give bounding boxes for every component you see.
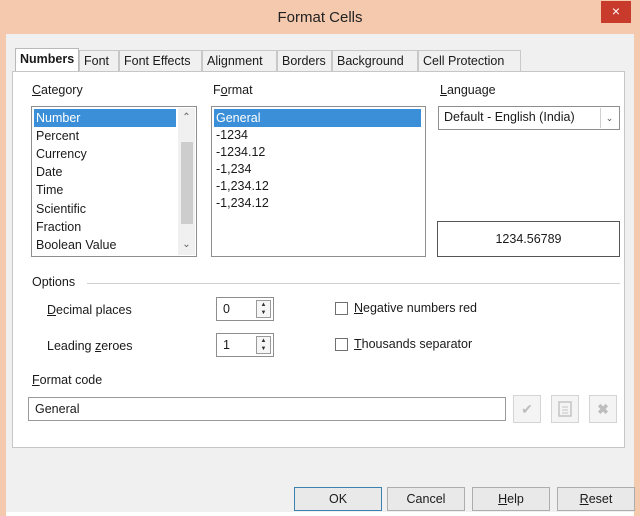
category-scrollbar[interactable]: ⌃ ⌄ <box>178 108 195 255</box>
options-heading: Options <box>32 275 76 289</box>
increment-icon[interactable]: ▲ <box>257 301 270 309</box>
format-item[interactable]: -1234.12 <box>214 143 265 161</box>
category-label: Category <box>32 83 83 97</box>
help-button[interactable]: Help <box>472 487 550 511</box>
options-separator <box>87 283 620 284</box>
reset-button[interactable]: Reset <box>557 487 635 511</box>
tab-numbers[interactable]: Numbers <box>15 48 79 72</box>
format-item[interactable]: -1,234 <box>214 160 251 178</box>
decimal-places-label: Decimal places <box>47 303 132 317</box>
category-item-scientific[interactable]: Scientific <box>34 200 86 218</box>
language-value: Default - English (India) <box>444 110 575 124</box>
thousands-separator-checkbox[interactable] <box>335 338 348 351</box>
window-title: Format Cells <box>277 9 363 26</box>
check-icon: ✔ <box>521 401 533 417</box>
tab-borders[interactable]: Borders <box>277 50 332 71</box>
close-icon: × <box>611 3 621 19</box>
format-label: Format <box>213 83 253 97</box>
title-bar: Format Cells × <box>0 0 640 34</box>
leading-zeroes-stepper[interactable]: 1 ▲ ▼ <box>216 333 274 357</box>
format-item[interactable]: -1,234.12 <box>214 177 269 195</box>
tab-alignment[interactable]: Alignment <box>202 50 277 71</box>
format-item[interactable]: -1,234.12 <box>214 194 269 212</box>
decimal-places-stepper[interactable]: 0 ▲ ▼ <box>216 297 274 321</box>
tab-background[interactable]: Background <box>332 50 418 71</box>
format-code-input[interactable]: General <box>28 397 506 421</box>
decrement-icon[interactable]: ▼ <box>257 309 270 317</box>
decimal-places-value: 0 <box>223 302 230 316</box>
stepper-buttons[interactable]: ▲ ▼ <box>256 336 271 354</box>
decrement-icon[interactable]: ▼ <box>257 345 270 353</box>
accept-button[interactable]: ✔ <box>513 395 541 423</box>
format-list[interactable]: General -1234 -1234.12 -1,234 -1,234.12 … <box>211 106 426 257</box>
close-button[interactable]: × <box>601 1 631 23</box>
format-code-label: Format code <box>32 373 103 387</box>
stepper-buttons[interactable]: ▲ ▼ <box>256 300 271 318</box>
category-item-boolean-value[interactable]: Boolean Value <box>34 236 116 254</box>
delete-button[interactable]: ✖ <box>589 395 617 423</box>
category-item-date[interactable]: Date <box>34 163 62 181</box>
tab-font-effects[interactable]: Font Effects <box>119 50 202 71</box>
category-item-percent[interactable]: Percent <box>34 127 79 145</box>
scroll-down-icon[interactable]: ⌄ <box>178 237 195 253</box>
delete-icon: ✖ <box>597 401 609 417</box>
negative-numbers-red-checkbox[interactable] <box>335 302 348 315</box>
leading-zeroes-value: 1 <box>223 338 230 352</box>
increment-icon[interactable]: ▲ <box>257 337 270 345</box>
category-item-fraction[interactable]: Fraction <box>34 218 81 236</box>
category-item-time[interactable]: Time <box>34 181 63 199</box>
format-code-value: General <box>35 402 80 416</box>
scroll-up-icon[interactable]: ⌃ <box>178 110 195 126</box>
comment-icon <box>558 401 572 417</box>
tab-cell-protection[interactable]: Cell Protection <box>418 50 521 71</box>
language-select[interactable]: Default - English (India) ⌄ <box>438 106 620 130</box>
chevron-down-icon[interactable]: ⌄ <box>600 108 618 128</box>
scrollbar-thumb[interactable] <box>181 142 193 224</box>
format-item-general[interactable]: General <box>214 109 421 127</box>
cancel-button[interactable]: Cancel <box>387 487 465 511</box>
format-preview: 1234.56789 <box>437 221 620 257</box>
leading-zeroes-label: Leading zeroes <box>47 339 133 353</box>
tab-font[interactable]: Font <box>79 50 119 71</box>
window-frame-right <box>634 34 640 516</box>
ok-button[interactable]: OK <box>294 487 382 511</box>
language-label: Language <box>440 83 496 97</box>
comment-button[interactable] <box>551 395 579 423</box>
category-item-currency[interactable]: Currency <box>34 145 87 163</box>
category-list[interactable]: Number Percent Currency Date Time Scient… <box>31 106 197 257</box>
category-item-number[interactable]: Number <box>34 109 176 127</box>
format-item[interactable]: -1234 <box>214 126 248 144</box>
thousands-separator-label[interactable]: Thousands separator <box>354 337 472 351</box>
negative-numbers-red-label[interactable]: Negative numbers red <box>354 301 477 315</box>
